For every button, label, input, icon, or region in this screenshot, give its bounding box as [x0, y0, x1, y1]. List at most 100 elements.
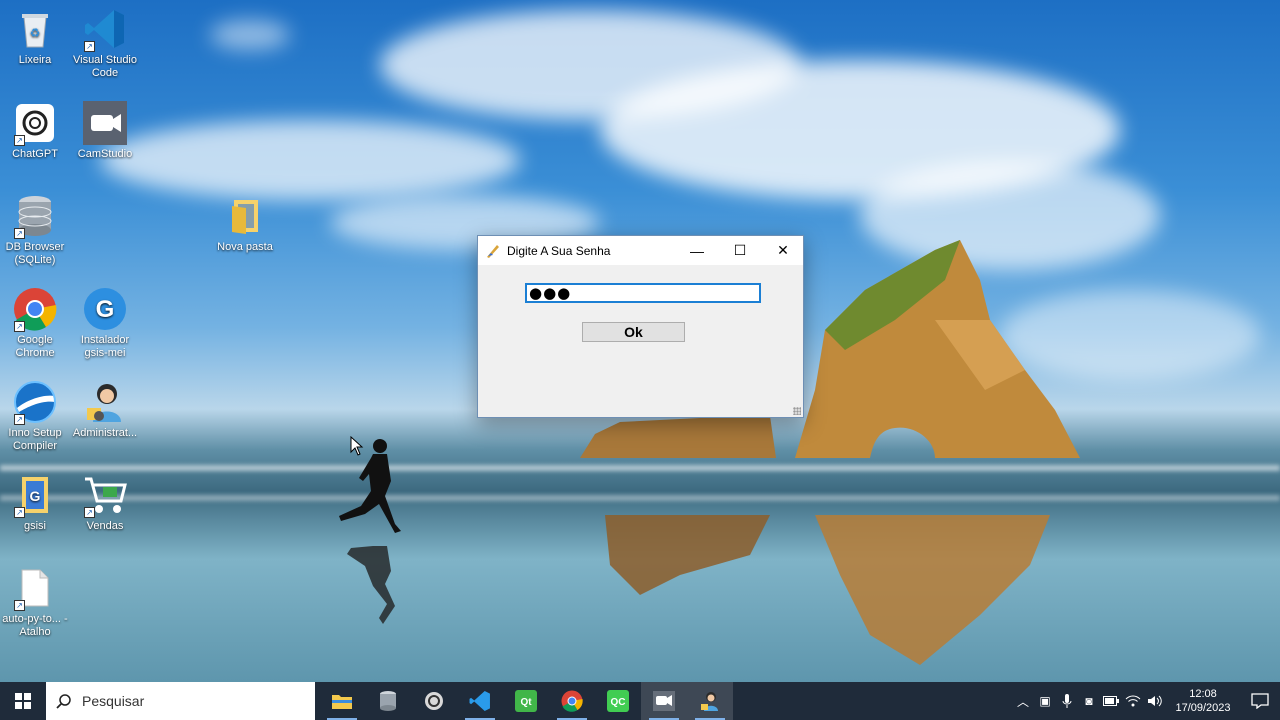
svg-text:G: G — [96, 296, 115, 323]
svg-text:G: G — [30, 488, 41, 504]
taskbar-chatgpt[interactable] — [411, 682, 457, 720]
shortcut-arrow-icon: ↗ — [14, 228, 25, 239]
resize-grip-icon[interactable] — [793, 407, 801, 415]
qt-creator-icon: QC — [607, 690, 629, 712]
taskbar-camstudio[interactable] — [641, 682, 687, 720]
desktop-icon-label: Inno Setup Compiler — [8, 427, 62, 452]
wifi-icon[interactable] — [1122, 682, 1144, 720]
taskbar-python-app[interactable] — [687, 682, 733, 720]
taskbar-clock[interactable]: 12:08 17/09/2023 — [1166, 687, 1240, 715]
dialog-titlebar[interactable]: Digite A Sua Senha — ☐ ✕ — [478, 236, 803, 265]
file-explorer-icon — [332, 695, 352, 709]
desktop-icon-vendas[interactable]: ↗ Vendas — [70, 472, 140, 533]
start-button[interactable] — [0, 682, 46, 720]
chrome-icon — [561, 690, 583, 712]
shortcut-arrow-icon: ↗ — [14, 414, 25, 425]
desktop-icon-label: gsisi — [23, 520, 46, 532]
desktop-icon-label: Visual Studio Code — [72, 54, 137, 79]
shortcut-arrow-icon: ↗ — [14, 507, 25, 518]
shortcut-arrow-icon: ↗ — [84, 507, 95, 518]
desktop-icon-dbbrowser[interactable]: ↗ DB Browser (SQLite) — [0, 193, 70, 267]
runner-silhouette-image — [339, 439, 401, 624]
vscode-icon — [469, 691, 490, 711]
vscode-icon: ↗ — [82, 6, 128, 52]
password-dialog: Digite A Sua Senha — ☐ ✕ ●●● Ok — [477, 235, 804, 418]
camstudio-icon — [653, 691, 675, 711]
inno-setup-icon: ↗ — [12, 379, 58, 425]
shortcut-arrow-icon: ↗ — [14, 321, 25, 332]
recycle-bin-icon: ♻ — [12, 6, 58, 52]
desktop-icon-label: auto-py-to... - Atalho — [2, 613, 68, 638]
taskbar-search-box[interactable]: Pesquisar — [46, 682, 315, 720]
shortcut-arrow-icon: ↗ — [14, 135, 25, 146]
svg-text:QC: QC — [611, 697, 626, 708]
notification-icon — [1251, 693, 1269, 709]
camera-tray-icon[interactable]: ◙ — [1078, 682, 1100, 720]
database-icon: ↗ — [12, 193, 58, 239]
system-tray: ︿ ▣ ◙ 12:08 17/09/2023 — [1012, 682, 1280, 720]
chatgpt-icon — [425, 692, 443, 710]
shopping-cart-icon: ↗ — [82, 472, 128, 518]
taskbar-db-browser[interactable] — [365, 682, 411, 720]
battery-icon[interactable] — [1100, 682, 1122, 720]
desktop-icon-label: CamStudio — [77, 148, 133, 160]
desktop-icon-auto-py-to-exe[interactable]: ↗ auto-py-to... - Atalho — [0, 565, 70, 639]
desktop-icon-administrat[interactable]: Administrat... — [70, 379, 140, 440]
rock-arch-image — [795, 240, 1080, 458]
desktop-icon-label: Instalador gsis-mei — [80, 334, 130, 359]
database-icon — [380, 691, 396, 711]
taskbar-qt-creator[interactable]: QC — [595, 682, 641, 720]
password-input[interactable]: ●●● — [525, 283, 761, 303]
taskbar-file-explorer[interactable] — [319, 682, 365, 720]
folder-icon — [222, 193, 268, 239]
chatgpt-icon: ↗ — [12, 100, 58, 146]
shortcut-arrow-icon: ↗ — [84, 41, 95, 52]
gsis-installer-icon: G — [82, 286, 128, 332]
gsisi-app-icon: G ↗ — [12, 472, 58, 518]
desktop-icon-label: Nova pasta — [217, 241, 273, 253]
search-placeholder: Pesquisar — [82, 693, 145, 709]
devices-icon[interactable]: ▣ — [1034, 682, 1056, 720]
show-hidden-icons-chevron-icon[interactable]: ︿ — [1012, 682, 1034, 720]
desktop-icon-nova-pasta[interactable]: Nova pasta — [210, 193, 280, 254]
minimize-button[interactable]: — — [675, 236, 719, 265]
desktop-icon-gsisi[interactable]: G ↗ gsisi — [0, 472, 70, 533]
desktop-icon-lixeira[interactable]: ♻ Lixeira — [0, 6, 70, 67]
desktop-icon-label: Administrat... — [72, 427, 138, 439]
ok-button[interactable]: Ok — [582, 322, 685, 342]
microphone-icon[interactable] — [1056, 682, 1078, 720]
small-rock-image — [580, 416, 776, 458]
clock-date: 17/09/2023 — [1175, 702, 1231, 714]
desktop-icon-innosetup[interactable]: ↗ Inno Setup Compiler — [0, 379, 70, 453]
svg-text:♻: ♻ — [30, 26, 41, 40]
admin-user-icon — [701, 692, 718, 711]
rock-reflection-image — [605, 515, 1050, 665]
notifications-button[interactable] — [1240, 682, 1280, 720]
volume-icon[interactable] — [1144, 682, 1166, 720]
search-icon — [56, 694, 71, 709]
desktop-icon-camstudio[interactable]: CamStudio — [70, 100, 140, 161]
taskbar-chrome[interactable] — [549, 682, 595, 720]
qt-designer-icon: Qt — [515, 690, 537, 712]
desktop-icon-instalador[interactable]: G Instalador gsis-mei — [70, 286, 140, 360]
feather-app-icon — [487, 244, 499, 258]
desktop-icon-chrome[interactable]: ↗ Google Chrome — [0, 286, 70, 360]
taskbar-vscode[interactable] — [457, 682, 503, 720]
close-button[interactable]: ✕ — [761, 236, 805, 265]
svg-text:Qt: Qt — [520, 697, 532, 708]
chrome-icon: ↗ — [12, 286, 58, 332]
taskbar-qt-designer[interactable]: Qt — [503, 682, 549, 720]
dialog-title: Digite A Sua Senha — [507, 243, 611, 258]
camstudio-icon — [82, 100, 128, 146]
admin-user-icon — [82, 379, 128, 425]
shortcut-arrow-icon: ↗ — [14, 600, 25, 611]
desktop-icon-chatgpt[interactable]: ↗ ChatGPT — [0, 100, 70, 161]
desktop-icon-vscode[interactable]: ↗ Visual Studio Code — [70, 6, 140, 80]
mouse-cursor-icon — [350, 436, 364, 456]
desktop-icon-label: Vendas — [86, 520, 124, 532]
taskbar: Pesquisar Qt QC ︿ ▣ ◙ 12:08 17/09/2023 — [0, 682, 1280, 720]
file-icon: ↗ — [12, 565, 58, 611]
clock-time: 12:08 — [1189, 688, 1217, 700]
maximize-button[interactable]: ☐ — [718, 236, 762, 265]
desktop-icon-label: Lixeira — [18, 54, 52, 66]
